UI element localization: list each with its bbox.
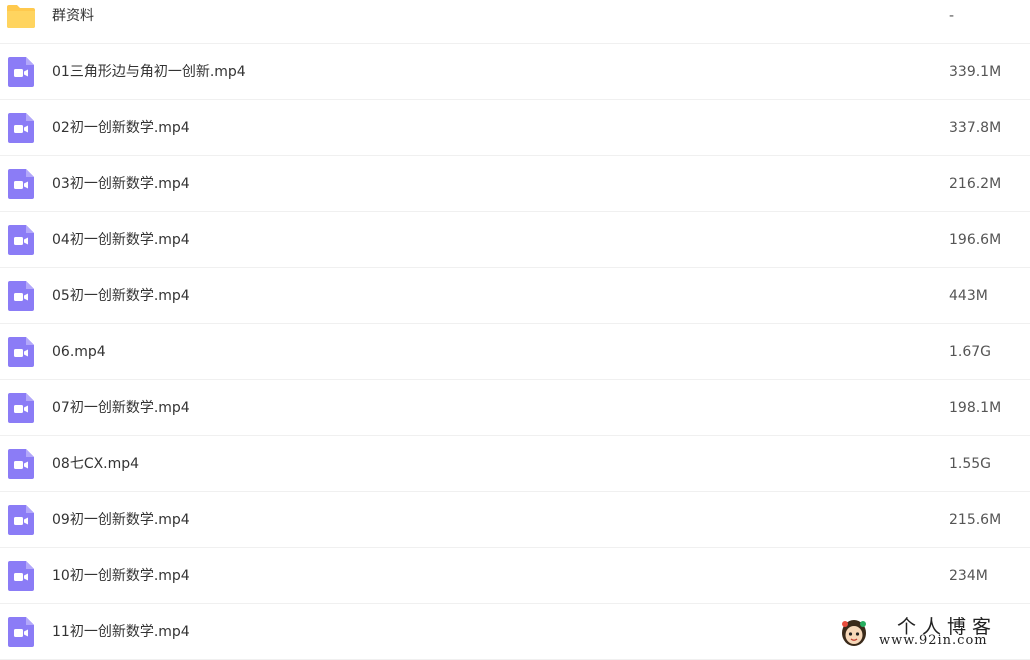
file-row[interactable]: 08七CX.mp4 1.55G [0,436,1030,492]
video-file-icon [8,281,34,311]
file-row[interactable]: 04初一创新数学.mp4 196.6M [0,212,1030,268]
file-size: 339.1M [949,64,1002,80]
file-name: 09初一创新数学.mp4 [52,512,190,528]
file-name: 04初一创新数学.mp4 [52,232,190,248]
file-row-folder[interactable]: 群资料 - [0,0,1030,44]
file-size: 215.6M [949,512,1002,528]
file-row[interactable]: 10初一创新数学.mp4 234M [0,548,1030,604]
file-name: 01三角形边与角初一创新.mp4 [52,64,246,80]
file-name: 07初一创新数学.mp4 [52,400,190,416]
file-size: 234M [949,568,988,584]
file-row[interactable]: 06.mp4 1.67G [0,324,1030,380]
file-name: 群资料 [52,8,94,24]
video-file-icon [8,505,34,535]
video-file-icon [8,57,34,87]
folder-icon [7,5,35,28]
file-row[interactable]: 01三角形边与角初一创新.mp4 339.1M [0,44,1030,100]
file-name: 10初一创新数学.mp4 [52,568,190,584]
file-size: 1.67G [949,344,992,360]
mascot-icon [842,620,866,646]
file-size: 216.2M [949,176,1002,192]
video-file-icon [8,225,34,255]
file-row[interactable]: 02初一创新数学.mp4 337.8M [0,100,1030,156]
file-name: 02初一创新数学.mp4 [52,120,190,136]
file-size: 198.1M [949,400,1002,416]
video-file-icon [8,617,34,647]
file-name: 06.mp4 [52,344,106,360]
file-size: 443M [949,288,988,304]
file-name: 05初一创新数学.mp4 [52,288,190,304]
video-file-icon [8,393,34,423]
video-file-icon [8,561,34,591]
file-row[interactable]: 03初一创新数学.mp4 216.2M [0,156,1030,212]
file-size: 337.8M [949,120,1002,136]
file-list: 群资料 - 01三角形边与角初一创新.mp4 339.1M 02初一创新数学.m… [0,0,1030,660]
file-size: 1.55G [949,456,992,472]
video-file-icon [8,113,34,143]
file-name: 11初一创新数学.mp4 [52,624,190,640]
video-file-icon [8,169,34,199]
video-file-icon [8,449,34,479]
file-row[interactable]: 09初一创新数学.mp4 215.6M [0,492,1030,548]
file-name: 03初一创新数学.mp4 [52,176,190,192]
file-name: 08七CX.mp4 [52,456,140,472]
watermark-url: www.92in.com [879,633,988,648]
video-file-icon [8,337,34,367]
file-row[interactable]: 05初一创新数学.mp4 443M [0,268,1030,324]
file-size: - [949,8,955,24]
file-size: 196.6M [949,232,1002,248]
file-row[interactable]: 07初一创新数学.mp4 198.1M [0,380,1030,436]
watermark: 个人博客 www.92in.com [833,612,1028,652]
